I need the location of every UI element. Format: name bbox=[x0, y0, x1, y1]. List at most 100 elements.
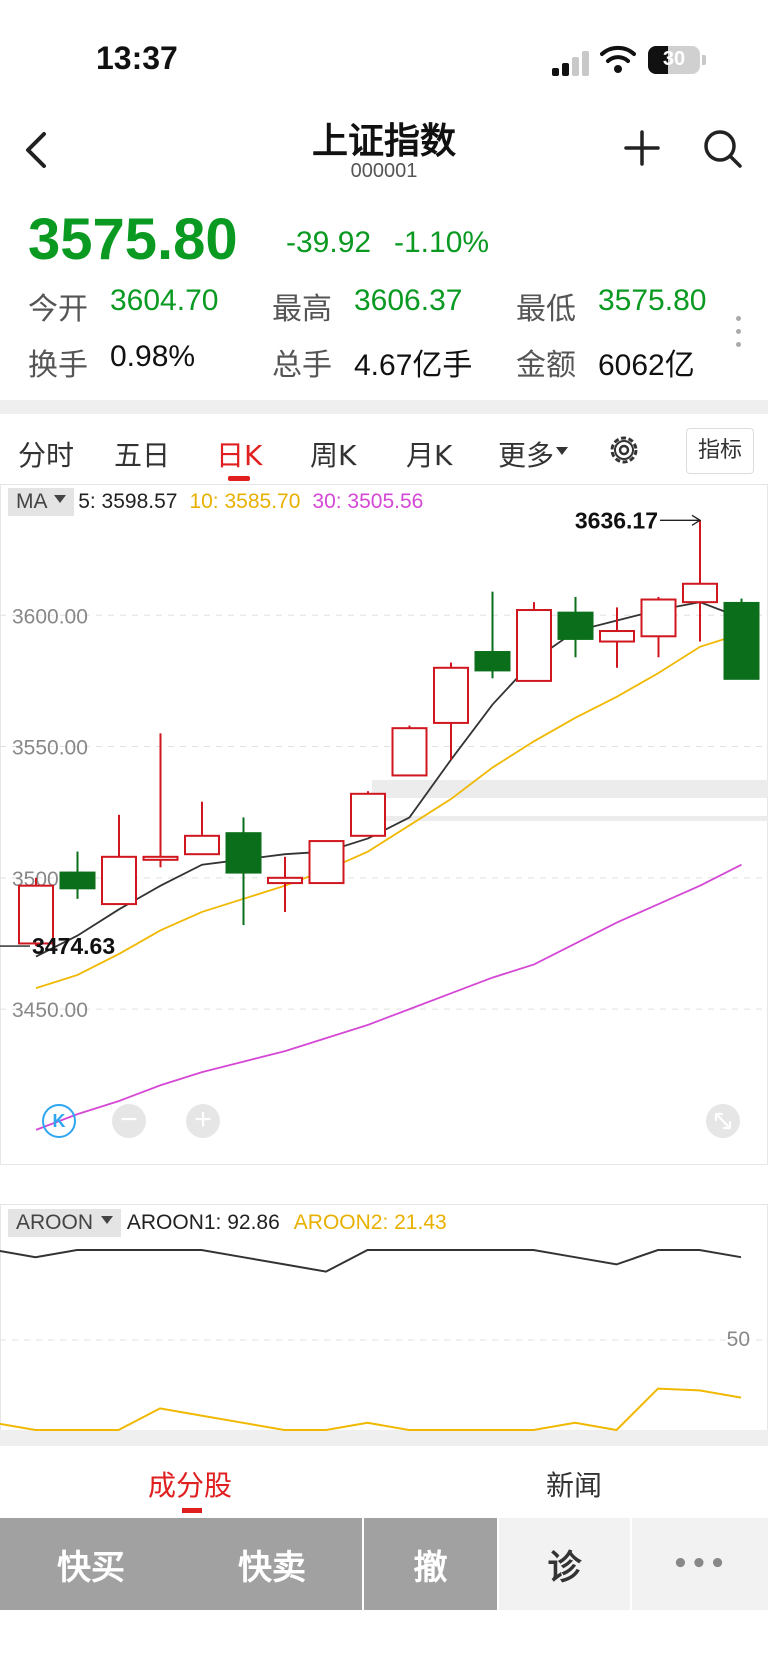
stat-high: 最高 3606.37 bbox=[272, 284, 462, 328]
price-tick-label: 3550.00 bbox=[12, 737, 88, 760]
ma-line-30 bbox=[35, 863, 742, 1131]
section-divider bbox=[0, 400, 768, 414]
aroon-line-AROON1 bbox=[0, 1249, 742, 1273]
aroon-tick-label: 50 bbox=[727, 1328, 750, 1351]
aroon1-value: AROON1: 92.86 bbox=[126, 1211, 280, 1234]
add-icon[interactable] bbox=[620, 126, 664, 170]
stat-high-label: 最高 bbox=[272, 292, 332, 327]
tab-news[interactable]: 新闻 bbox=[546, 1464, 602, 1504]
ma-line-10 bbox=[35, 632, 742, 989]
tab-more[interactable]: 更多 bbox=[498, 434, 569, 474]
candle-body bbox=[350, 792, 386, 837]
tab-daily-k[interactable]: 日K bbox=[216, 434, 262, 474]
quote-panel: 3575.80 -39.92 -1.10% 今开 3604.70 最高 3606… bbox=[0, 190, 768, 400]
tab-constituents[interactable]: 成分股 bbox=[148, 1464, 232, 1504]
ma-legend: MA 5: 3598.57 10: 3585.70 30: 3505.56 bbox=[8, 486, 423, 518]
tab-five-day[interactable]: 五日 bbox=[114, 434, 170, 474]
bottom-tabs: 成分股 新闻 bbox=[0, 1446, 768, 1518]
k-toggle-button[interactable]: K bbox=[42, 1104, 76, 1138]
wifi-icon bbox=[600, 45, 636, 73]
ma30-value: 30: 3505.56 bbox=[312, 490, 424, 513]
candle-body bbox=[557, 611, 594, 640]
indicator-button[interactable]: 指标 bbox=[686, 428, 754, 474]
price-tick-label: 3600.00 bbox=[12, 605, 88, 628]
cancel-order-button[interactable]: 撤 bbox=[364, 1518, 499, 1610]
candle-body bbox=[308, 840, 345, 885]
candle-body bbox=[723, 601, 760, 680]
candle-body bbox=[640, 598, 677, 638]
candle-body bbox=[142, 855, 179, 861]
caret-down-icon bbox=[54, 495, 67, 504]
quick-buy-button[interactable]: 快买 bbox=[0, 1518, 182, 1610]
candle-body bbox=[391, 727, 428, 777]
status-time: 13:37 bbox=[96, 40, 178, 76]
ma-line-5 bbox=[35, 601, 742, 958]
status-bar: 13:37 30 bbox=[0, 0, 768, 110]
caret-down-icon bbox=[100, 1216, 113, 1225]
stat-open-label: 今开 bbox=[28, 292, 88, 327]
more-actions-button[interactable]: ••• bbox=[632, 1518, 768, 1610]
candle-body bbox=[267, 876, 303, 885]
bottom-tab-indicator bbox=[182, 1508, 202, 1513]
stat-open: 今开 3604.70 bbox=[28, 284, 218, 328]
stat-turnover-value: 0.98% bbox=[110, 340, 196, 373]
stat-open-value: 3604.70 bbox=[110, 284, 219, 317]
candle-body bbox=[59, 871, 96, 890]
tab-active-indicator bbox=[228, 476, 250, 481]
nav-bar: 上证指数 000001 bbox=[0, 110, 768, 190]
stat-amount-label: 金额 bbox=[516, 348, 576, 383]
candle-body bbox=[599, 630, 635, 643]
candle-body bbox=[184, 834, 220, 856]
stat-volume-label: 总手 bbox=[272, 348, 332, 383]
candle-body bbox=[433, 666, 469, 724]
price-band bbox=[372, 816, 768, 821]
ma-indicator-select[interactable]: MA bbox=[8, 488, 75, 516]
max-price-label: 3636.17 bbox=[575, 507, 658, 533]
aroon-pane-divider bbox=[0, 1430, 768, 1446]
aroon-chart[interactable]: 50 bbox=[0, 1204, 768, 1446]
fullscreen-icon[interactable] bbox=[706, 1104, 740, 1138]
aroon2-value: AROON2: 21.43 bbox=[293, 1211, 447, 1234]
tab-more-label: 更多 bbox=[498, 439, 555, 472]
stat-low-label: 最低 bbox=[516, 292, 576, 327]
stat-volume-value: 4.67亿手 bbox=[354, 349, 473, 382]
battery-tip bbox=[702, 55, 706, 65]
candle-body bbox=[516, 609, 552, 682]
stat-amount: 金额 6062亿 bbox=[516, 340, 695, 384]
battery-icon: 30 bbox=[648, 46, 700, 74]
kline-chart[interactable]: 3600.003550.003500.003450.00 3636.173474… bbox=[0, 484, 768, 1170]
stat-low-value: 3575.80 bbox=[598, 284, 707, 317]
zoom-in-button[interactable]: + bbox=[186, 1104, 220, 1138]
stat-amount-value: 6062亿 bbox=[598, 349, 695, 382]
diagnose-button[interactable]: 诊 bbox=[499, 1518, 632, 1610]
aroon-select-label: AROON bbox=[16, 1211, 94, 1234]
price-change: -39.92 bbox=[286, 226, 372, 259]
cellular-signal-icon bbox=[552, 50, 592, 76]
gear-icon[interactable] bbox=[606, 432, 642, 468]
more-stats-icon[interactable] bbox=[734, 316, 742, 352]
min-price-label: 3474.63 bbox=[32, 933, 115, 959]
ma-select-label: MA bbox=[16, 490, 47, 513]
stat-turnover: 换手 0.98% bbox=[28, 340, 195, 384]
zoom-out-button[interactable]: − bbox=[112, 1104, 146, 1138]
caret-down-icon bbox=[556, 447, 569, 455]
candle-body bbox=[101, 855, 137, 906]
tab-intraday[interactable]: 分时 bbox=[18, 434, 74, 474]
aroon-indicator-select[interactable]: AROON bbox=[8, 1209, 121, 1237]
current-price: 3575.80 bbox=[28, 207, 238, 272]
candle-body bbox=[474, 651, 511, 672]
stat-low: 最低 3575.80 bbox=[516, 284, 706, 328]
candle-body bbox=[682, 582, 718, 604]
candle-body bbox=[225, 832, 262, 874]
search-icon[interactable] bbox=[700, 126, 744, 170]
tab-monthly-k[interactable]: 月K bbox=[406, 434, 452, 474]
stat-turnover-label: 换手 bbox=[28, 348, 88, 383]
quick-sell-button[interactable]: 快卖 bbox=[182, 1518, 364, 1610]
aroon-legend: AROON AROON1: 92.86 AROON2: 21.43 bbox=[8, 1207, 447, 1239]
ma10-value: 10: 3585.70 bbox=[189, 490, 301, 513]
tab-weekly-k[interactable]: 周K bbox=[310, 434, 356, 474]
aroon-line-AROON2 bbox=[0, 1387, 742, 1432]
stat-high-value: 3606.37 bbox=[354, 284, 463, 317]
kline-chart-area[interactable]: 3600.00 3550.00 3500.00 3450.00 3636.17 3474… bbox=[0, 484, 768, 1170]
price-band bbox=[372, 780, 768, 798]
